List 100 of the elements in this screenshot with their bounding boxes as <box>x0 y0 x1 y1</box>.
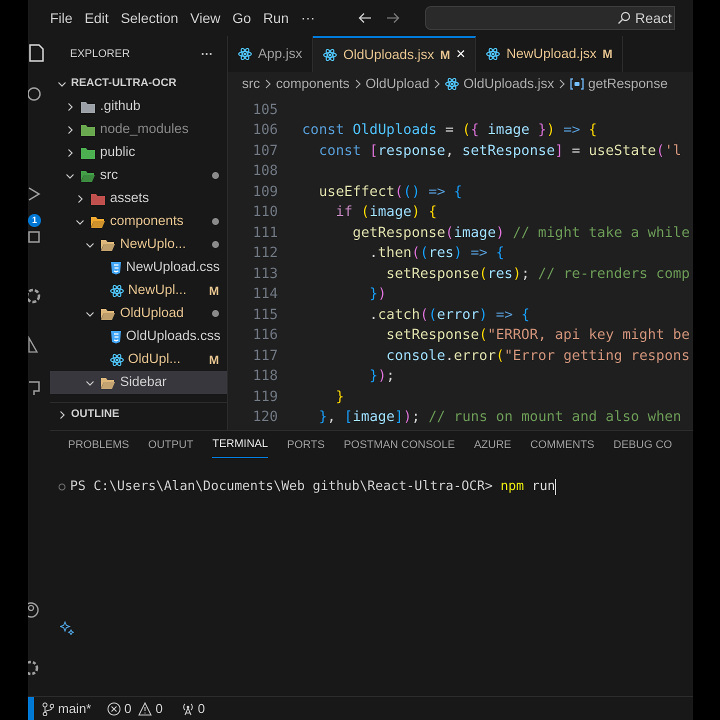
line-number: 110 <box>252 203 278 222</box>
line-number: 108 <box>252 162 278 182</box>
css-file-icon <box>110 260 122 274</box>
close-button[interactable]: × <box>456 43 466 67</box>
chevron-right-icon <box>354 79 362 89</box>
terminal-line: PS C:\Users\Alan\Documents\Web github\React-Ultra-OCR> npm run <box>70 478 556 496</box>
outline-header[interactable]: OUTLINE <box>50 402 227 426</box>
atom-icon <box>445 77 460 91</box>
search-icon <box>617 11 632 25</box>
tree-item[interactable]: OldUpload <box>50 302 227 325</box>
circle-icon <box>58 482 66 491</box>
code-line: if (image) { <box>334 203 437 222</box>
line-number: 109 <box>252 182 278 202</box>
line-number: 114 <box>252 285 278 304</box>
menu-item[interactable]: Selection <box>114 6 184 30</box>
git-status: M <box>440 47 450 64</box>
chevron-right-icon <box>264 79 272 89</box>
line-number: 105 <box>252 100 278 120</box>
panel-tab[interactable]: TERMINAL <box>212 432 268 458</box>
tree-item[interactable]: NewUplo... <box>50 233 227 256</box>
line-number: 120 <box>252 408 278 428</box>
line-number: 112 <box>252 244 278 264</box>
branch-status[interactable]: main* <box>42 698 92 718</box>
atom-icon <box>486 47 500 61</box>
tree-item[interactable]: OldUpl... M <box>50 348 227 371</box>
breadcrumb-item[interactable]: components <box>276 74 350 94</box>
command-center-field[interactable]: React <box>424 6 675 30</box>
tree-item[interactable]: components <box>50 210 227 233</box>
code-line: }); <box>368 367 395 386</box>
tree-item[interactable]: OldUploads.css <box>50 325 227 348</box>
panel-tab[interactable]: OUTPUT <box>148 432 194 458</box>
branch-icon <box>42 702 54 716</box>
chevron-right-icon <box>433 79 442 89</box>
code-line: console.error("Error getting respons <box>385 346 690 366</box>
panel-tab[interactable]: POSTMAN CONSOLE <box>344 432 455 458</box>
tree-item[interactable]: NewUpl... M <box>50 279 227 302</box>
line-number: 118 <box>252 367 278 386</box>
warning-icon <box>138 702 152 716</box>
menu-item[interactable]: Edit <box>78 6 115 30</box>
code-line: const [response, setResponse] = useState('l <box>318 142 682 161</box>
line-number: 116 <box>252 326 278 346</box>
atom-icon <box>110 352 124 366</box>
line-number: 106 <box>252 121 278 140</box>
menu-item[interactable]: ⋯ <box>294 6 321 30</box>
code-line: }) <box>368 285 386 304</box>
line-number: 117 <box>252 346 278 366</box>
breadcrumb-item[interactable]: OldUpload <box>366 74 430 94</box>
tree-item[interactable]: assets <box>50 187 227 210</box>
code-line: .then((res) => { <box>368 244 504 264</box>
menu-item[interactable]: Go <box>226 6 258 30</box>
atom-icon <box>238 47 252 61</box>
tree-item[interactable]: REACT-ULTRA-OCR <box>50 72 227 95</box>
more-actions-button[interactable]: ··· <box>201 45 213 63</box>
panel-tab[interactable]: DEBUG CO <box>613 432 672 458</box>
panel-tab[interactable]: AZURE <box>474 432 512 458</box>
problems-status[interactable]: 0 0 <box>107 698 163 718</box>
menu-item[interactable]: File <box>44 6 79 30</box>
tree-item[interactable]: public <box>50 141 227 164</box>
code-line: }, [image]); // runs on mount and also when <box>318 408 682 428</box>
tree-item[interactable]: node_modules <box>50 118 227 141</box>
breadcrumb-item[interactable]: src <box>242 74 260 94</box>
panel-tab[interactable]: COMMENTS <box>530 432 594 458</box>
editor-tab[interactable]: OldUploads.jsx M × <box>313 36 476 72</box>
text-cursor <box>555 478 556 495</box>
panel-tab[interactable]: PROBLEMS <box>68 432 130 458</box>
breadcrumb-item[interactable]: getResponse <box>570 74 668 94</box>
atom-icon <box>323 48 338 62</box>
sparkle-icon <box>60 620 74 634</box>
panel-title: EXPLORER <box>70 46 130 62</box>
code-line: setResponse(res); // re-renders comp <box>385 264 690 284</box>
chevron-right-icon <box>558 79 566 89</box>
code-line: setResponse("ERROR, api key might be <box>385 326 690 346</box>
line-number: 119 <box>252 388 278 407</box>
ports-status[interactable]: 0 <box>180 698 205 718</box>
menu-item[interactable]: View <box>184 6 226 30</box>
tree-item[interactable]: Sidebar <box>50 371 227 394</box>
variable-icon <box>570 78 584 90</box>
panel-tab[interactable]: PORTS <box>287 432 325 458</box>
code-line: .catch((error) => { <box>368 306 530 325</box>
antenna-icon <box>180 702 195 716</box>
code-line: getResponse(image) // might take a while <box>352 224 690 243</box>
code-line: useEffect(() => { <box>318 182 462 202</box>
notification-badge: 1 <box>28 214 41 227</box>
css-file-icon <box>110 330 122 344</box>
git-status: M <box>209 352 219 368</box>
line-number: 111 <box>252 224 278 243</box>
menu-item[interactable]: Run <box>257 6 295 30</box>
tree-item[interactable]: .github <box>50 95 227 118</box>
tree-item[interactable]: src <box>50 164 227 187</box>
git-status: M <box>209 282 219 300</box>
line-number: 107 <box>252 142 278 161</box>
breadcrumb-item[interactable]: OldUploads.jsx <box>445 74 554 94</box>
line-number: 113 <box>252 264 278 284</box>
git-status: M <box>602 46 612 63</box>
error-icon <box>107 702 122 716</box>
line-number: 115 <box>252 306 278 325</box>
code-line: } <box>334 388 344 407</box>
tree-item[interactable]: NewUpload.css <box>50 256 227 279</box>
files-icon[interactable] <box>28 44 44 62</box>
code-line: const OldUploads = ({ image }) => { <box>302 121 598 140</box>
